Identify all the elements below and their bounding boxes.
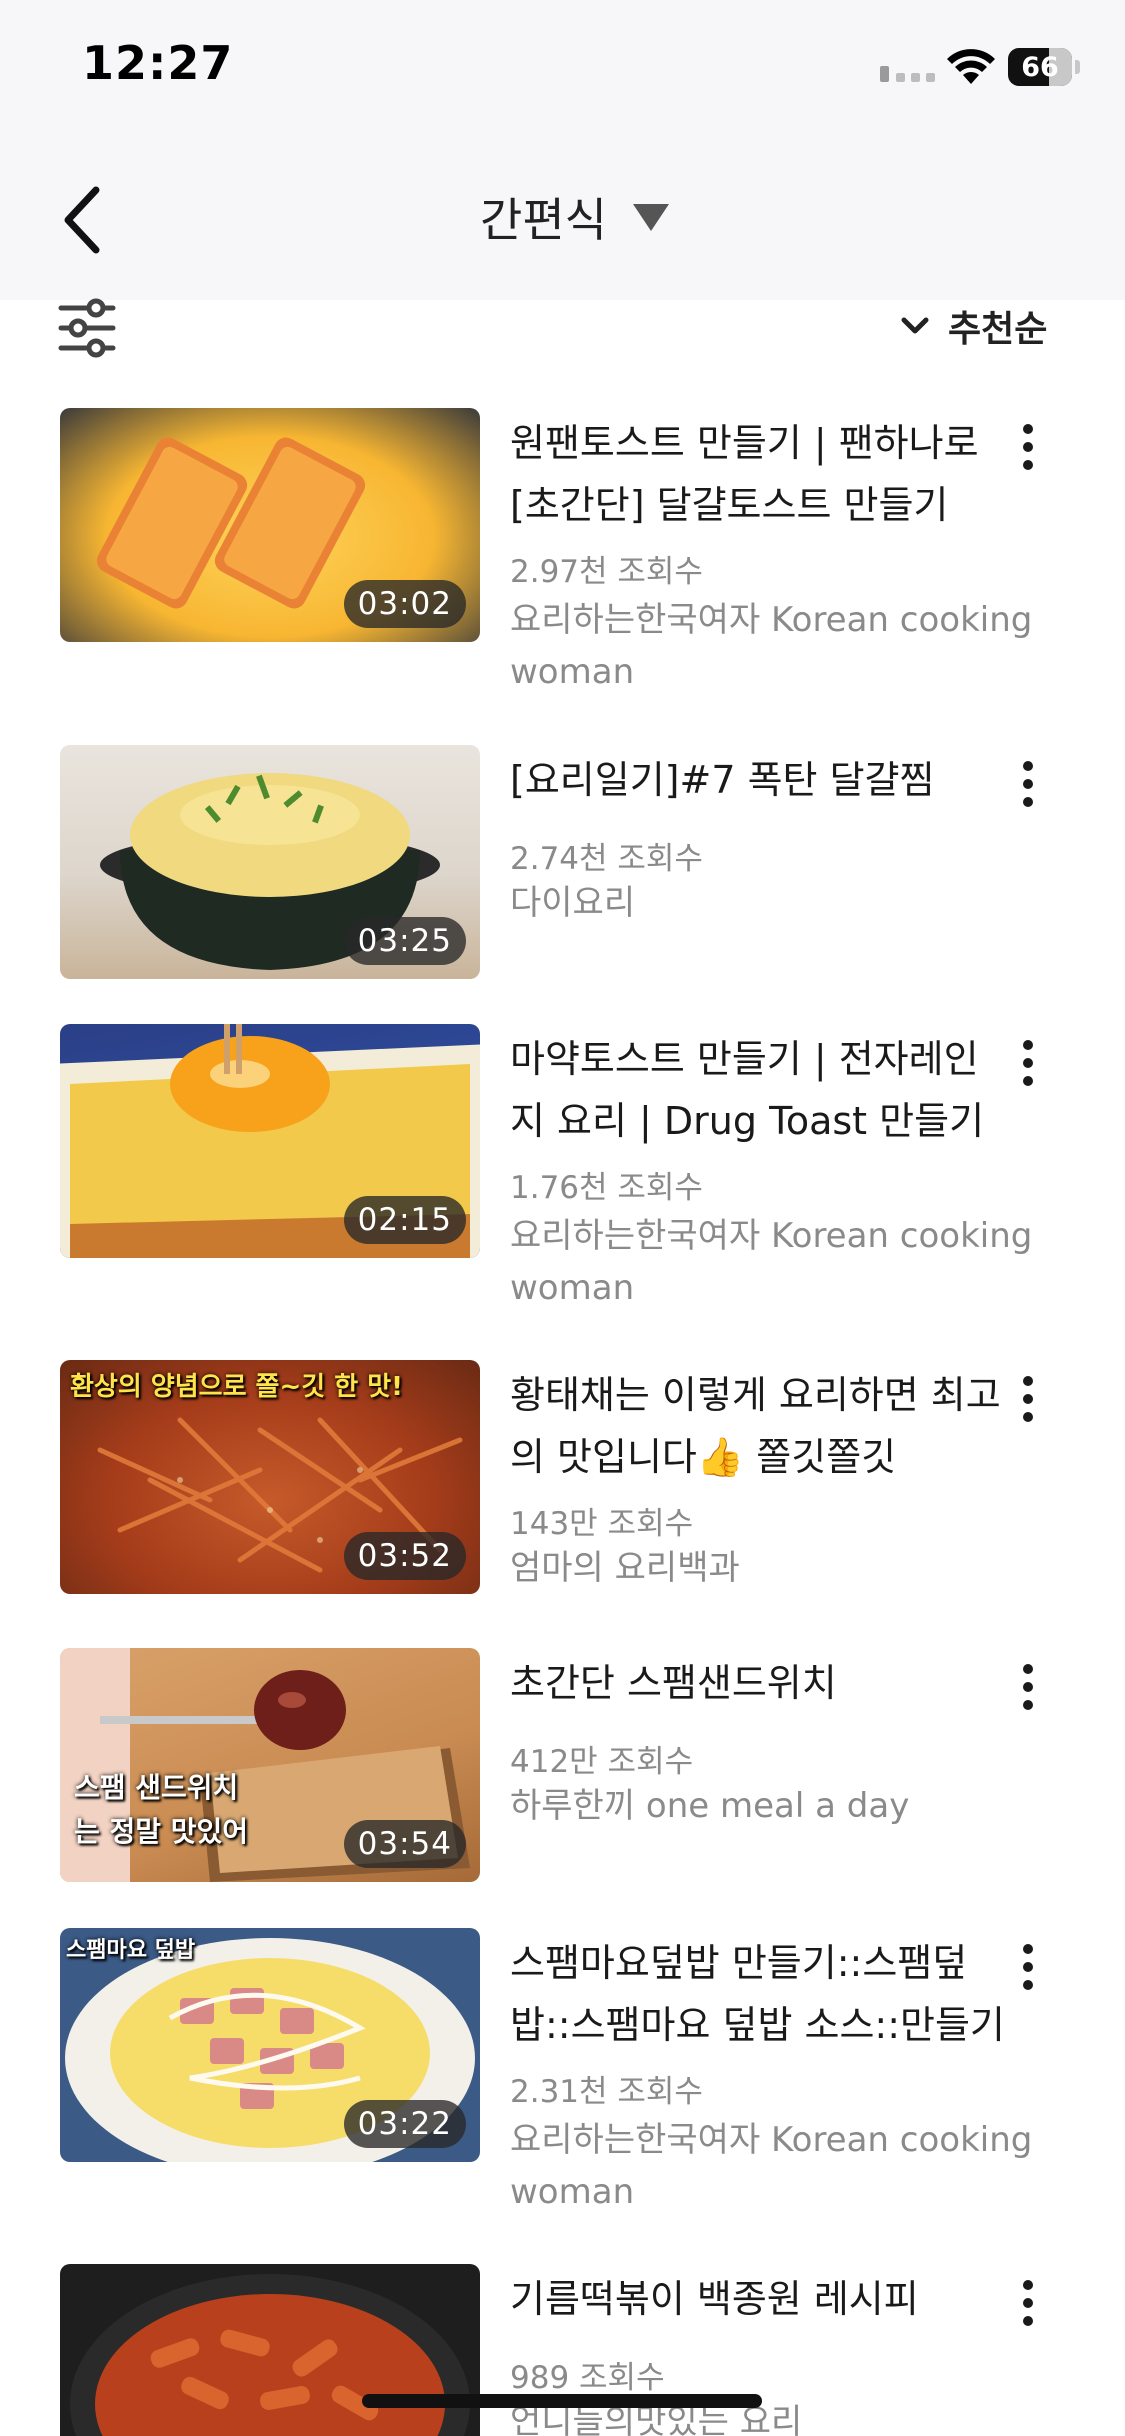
home-indicator[interactable]	[362, 2394, 762, 2408]
tteokbokki-image	[70, 2274, 470, 2436]
chevron-down-icon	[901, 317, 929, 334]
video-thumbnail[interactable]: 03:02	[60, 408, 480, 642]
video-channel[interactable]: 요리하는한국여자 Korean cooking woman	[510, 1210, 1050, 1314]
more-options-button[interactable]	[1010, 1370, 1046, 1430]
more-options-button[interactable]	[1010, 1658, 1046, 1718]
video-views: 1.76천 조회수	[510, 1170, 703, 1206]
video-channel[interactable]: 하루한끼 one meal a day	[510, 1780, 1050, 1832]
nav-bar: 간편식	[0, 140, 1125, 300]
video-channel[interactable]: 엄마의 요리백과	[510, 1542, 1050, 1594]
battery-icon: 66	[1008, 48, 1072, 86]
back-button[interactable]	[50, 180, 120, 260]
video-duration: 03:22	[343, 2100, 466, 2148]
more-options-button[interactable]	[1010, 2274, 1046, 2334]
video-duration: 03:25	[343, 917, 466, 965]
video-views: 143만 조회수	[510, 1506, 694, 1542]
thumbnail-caption: 스팸 샌드위치는 정말 맛있어	[74, 1771, 249, 1848]
video-thumbnail[interactable]	[60, 2264, 480, 2436]
video-thumbnail[interactable]: 02:15	[60, 1024, 480, 1258]
video-duration: 03:02	[343, 580, 466, 628]
more-options-button[interactable]	[1010, 755, 1046, 815]
battery-level-text: 66	[1021, 52, 1059, 83]
video-title[interactable]: 원팬토스트 만들기 | 팬하나로 [초간단] 달걀토스트 만들기	[510, 412, 1010, 536]
thumbnail-caption: 스팸마요 덮밥	[66, 1938, 196, 1963]
video-duration: 03:52	[343, 1532, 466, 1580]
video-title[interactable]: [요리일기]#7 폭탄 달걀찜	[510, 749, 1010, 811]
video-channel[interactable]: 요리하는한국여자 Korean cooking woman	[510, 2114, 1050, 2218]
video-views: 2.97천 조회수	[510, 554, 703, 590]
video-duration: 03:54	[343, 1820, 466, 1868]
video-thumbnail[interactable]: 03:25	[60, 745, 480, 979]
category-dropdown[interactable]: 간편식	[480, 182, 669, 252]
sort-label: 추천순	[948, 309, 1048, 350]
video-channel[interactable]: 요리하는한국여자 Korean cooking woman	[510, 594, 1050, 698]
battery-tip	[1075, 60, 1080, 74]
video-channel[interactable]: 다이요리	[510, 877, 1050, 929]
video-views: 2.74천 조회수	[510, 841, 703, 877]
video-title[interactable]: 초간단 스팸샌드위치	[510, 1652, 1010, 1714]
video-views: 2.31천 조회수	[510, 2074, 703, 2110]
video-title[interactable]: 스팸마요덮밥 만들기::스팸덮밥::스팸마요 덮밥 소스::만들기	[510, 1932, 1010, 2056]
status-time: 12:27	[82, 36, 234, 90]
thumbnail-caption: 환상의 양념으로 쫄~깃 한 맛!	[70, 1372, 403, 1402]
more-options-button[interactable]	[1010, 1034, 1046, 1094]
more-options-button[interactable]	[1010, 418, 1046, 478]
caret-down-icon	[632, 203, 669, 231]
video-title[interactable]: 기름떡볶이 백종원 레시피	[510, 2268, 1010, 2330]
video-views: 412만 조회수	[510, 1744, 694, 1780]
video-title[interactable]: 황태채는 이렇게 요리하면 최고의 맛입니다👍 쫄깃쫄깃	[510, 1364, 1010, 1488]
video-thumbnail[interactable]: 환상의 양념으로 쫄~깃 한 맛! 03:52	[60, 1360, 480, 1594]
video-duration: 02:15	[343, 1196, 466, 1244]
video-thumbnail[interactable]: 스팸 샌드위치는 정말 맛있어 03:54	[60, 1648, 480, 1882]
more-options-button[interactable]	[1010, 1938, 1046, 1998]
cellular-signal-icon	[880, 66, 936, 82]
filter-button[interactable]	[58, 298, 116, 358]
status-bar: 12:27 66	[0, 0, 1125, 140]
wifi-icon	[947, 49, 995, 84]
sort-button[interactable]: 추천순	[900, 300, 1047, 352]
page-title: 간편식	[480, 193, 607, 247]
video-title[interactable]: 마약토스트 만들기 | 전자레인지 요리 | Drug Toast 만들기	[510, 1028, 1010, 1152]
video-views: 989 조회수	[510, 2360, 665, 2396]
video-thumbnail[interactable]: 스팸마요 덮밥 03:22	[60, 1928, 480, 2162]
